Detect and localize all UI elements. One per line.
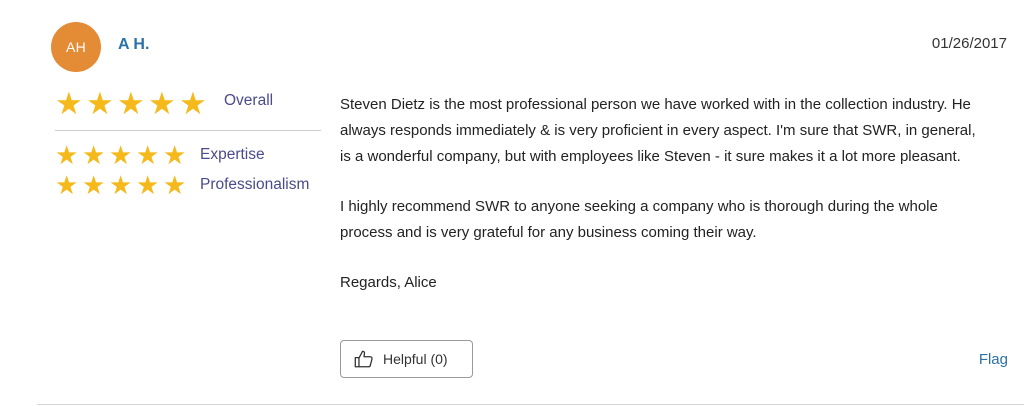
helpful-button[interactable]: Helpful (0) [340,340,473,378]
expertise-stars: ★ ★ ★ ★ ★ [55,142,190,168]
overall-label: Overall [224,91,274,109]
star-icon: ★ [86,86,114,121]
star-icon: ★ [148,86,176,121]
professionalism-rating: ★ ★ ★ ★ ★ Professionalism [55,172,309,198]
review-signoff: Regards, Alice [340,274,437,291]
star-icon: ★ [163,170,187,200]
avatar-initials: AH [65,39,87,55]
review-paragraph: Steven Dietz is the most professional pe… [340,96,976,165]
professionalism-label: Professionalism [200,176,310,193]
rating-divider [55,130,321,131]
star-icon: ★ [55,170,79,200]
star-icon: ★ [82,140,106,170]
overall-stars: ★ ★ ★ ★ ★ [55,88,210,119]
review-paragraph: I highly recommend SWR to anyone seeking… [340,198,938,241]
expertise-rating: ★ ★ ★ ★ ★ Expertise [55,142,265,168]
star-icon: ★ [117,86,145,121]
star-icon: ★ [163,140,187,170]
expertise-label: Expertise [200,146,265,163]
review-body: Steven Dietz is the most professional pe… [340,92,990,320]
helpful-label: Helpful (0) [383,351,448,367]
review-divider [37,404,1024,405]
flag-link[interactable]: Flag [979,351,1008,368]
star-icon: ★ [109,140,133,170]
star-icon: ★ [136,170,160,200]
star-icon: ★ [55,86,83,121]
professionalism-stars: ★ ★ ★ ★ ★ [55,172,190,198]
review-date: 01/26/2017 [931,35,1007,52]
star-icon: ★ [179,86,207,121]
star-icon: ★ [55,140,79,170]
thumbs-up-icon [354,350,373,368]
star-icon: ★ [136,140,160,170]
star-icon: ★ [82,170,106,200]
overall-rating: ★ ★ ★ ★ ★ Overall [55,88,273,119]
avatar: AH [51,22,101,72]
star-icon: ★ [109,170,133,200]
reviewer-name: A H. [118,36,150,53]
